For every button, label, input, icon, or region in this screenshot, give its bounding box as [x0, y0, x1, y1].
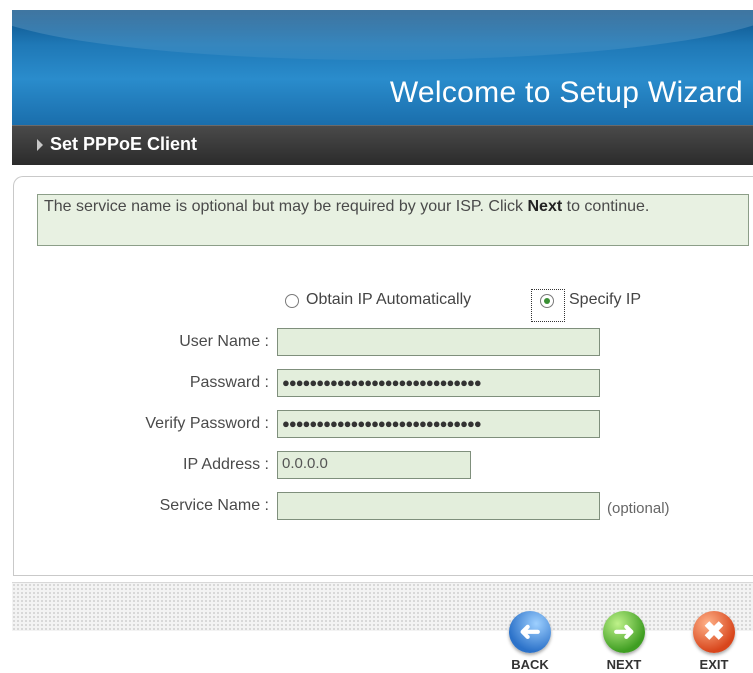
ip-address-label: IP Address : — [183, 456, 269, 473]
password-input[interactable]: ●●●●●●●●●●●●●●●●●●●●●●●●●●●●● — [277, 369, 600, 397]
specify-ip-label[interactable]: Specify IP — [569, 291, 641, 309]
ip-address-input[interactable]: 0.0.0.0 — [277, 451, 471, 479]
user-name-input[interactable] — [277, 328, 600, 356]
info-text-bold: Next — [527, 198, 563, 215]
service-name-label: Service Name : — [159, 497, 269, 514]
obtain-ip-label[interactable]: Obtain IP Automatically — [306, 291, 471, 309]
obtain-ip-radio[interactable] — [285, 294, 299, 308]
info-text-after: to continue. — [562, 198, 650, 215]
section-title: Set PPPoE Client — [50, 134, 198, 154]
next-button[interactable]: ➜ NEXT — [599, 611, 649, 672]
user-name-label: User Name : — [179, 333, 269, 350]
next-label[interactable]: NEXT — [599, 657, 649, 672]
next-arrow-icon[interactable]: ➜ — [603, 611, 645, 653]
service-name-input[interactable] — [277, 492, 600, 520]
header-shine — [12, 10, 753, 60]
wizard-header: Welcome to Setup Wizard — [12, 10, 753, 125]
info-message: The service name is optional but may be … — [37, 194, 749, 246]
exit-button[interactable]: ✖ EXIT — [689, 611, 739, 672]
optional-note: (optional) — [607, 500, 670, 517]
info-text-before: The service name is optional but may be … — [44, 198, 528, 215]
password-label: Passward : — [189, 374, 269, 391]
back-label[interactable]: BACK — [505, 657, 555, 672]
verify-password-input[interactable]: ●●●●●●●●●●●●●●●●●●●●●●●●●●●●● — [277, 410, 600, 438]
verify-password-label: Verify Password : — [145, 415, 269, 432]
back-button[interactable]: ➜ BACK — [505, 611, 555, 672]
section-arrow-icon — [37, 139, 43, 151]
wizard-title: Welcome to Setup Wizard — [389, 76, 743, 109]
back-arrow-icon[interactable]: ➜ — [509, 611, 551, 653]
section-bar: Set PPPoE Client — [12, 125, 753, 165]
exit-x-icon[interactable]: ✖ — [693, 611, 735, 653]
exit-label[interactable]: EXIT — [689, 657, 739, 672]
specify-ip-radio[interactable] — [540, 294, 554, 308]
